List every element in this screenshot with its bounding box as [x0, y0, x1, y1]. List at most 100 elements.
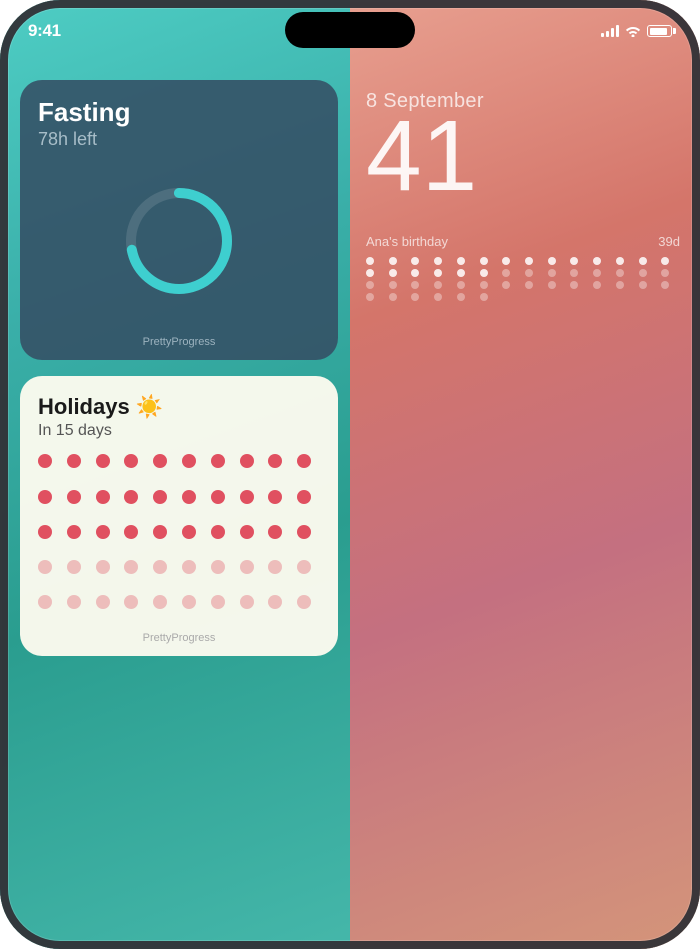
birthday-dot [389, 293, 397, 301]
birthday-dot [616, 281, 624, 289]
birthday-dot [434, 281, 442, 289]
holidays-dot [182, 560, 196, 574]
progress-circle [119, 181, 239, 301]
holidays-dot [240, 525, 254, 539]
birthday-days: 39d [658, 234, 680, 249]
holidays-dot [153, 560, 167, 574]
holidays-dot [96, 595, 110, 609]
birthday-dot [389, 269, 397, 277]
birthday-dot [366, 257, 374, 265]
holidays-dot [124, 525, 138, 539]
holidays-dot [153, 454, 167, 468]
main-content: Fasting 78h left PrettyProgress Holidays… [0, 60, 700, 949]
birthday-section: Ana's birthday 39d [366, 234, 680, 301]
birthday-dot [389, 281, 397, 289]
status-icons [601, 25, 672, 37]
birthday-dot [457, 293, 465, 301]
birthday-dot [525, 257, 533, 265]
holidays-dot [297, 595, 311, 609]
birthday-dot [502, 257, 510, 265]
date-section: 8 September 41 [366, 80, 680, 214]
birthday-dot [661, 269, 669, 277]
holidays-dot [182, 490, 196, 504]
birthday-dot [570, 269, 578, 277]
holidays-dot-grid [38, 454, 320, 624]
holidays-dot [297, 560, 311, 574]
birthday-dot [480, 257, 488, 265]
birthday-row: Ana's birthday 39d [366, 234, 680, 249]
holidays-dot [211, 454, 225, 468]
status-time: 9:41 [28, 21, 61, 41]
birthday-dot [525, 281, 533, 289]
signal-icon [601, 25, 619, 37]
holidays-dot [153, 595, 167, 609]
birthday-dot [639, 257, 647, 265]
birthday-dot [616, 269, 624, 277]
birthday-dot [661, 281, 669, 289]
birthday-dot [411, 269, 419, 277]
holidays-dot [124, 454, 138, 468]
holidays-brand: PrettyProgress [38, 632, 320, 644]
birthday-dot [502, 269, 510, 277]
holidays-dot [240, 560, 254, 574]
birthday-dot [480, 281, 488, 289]
right-column: 8 September 41 Ana's birthday 39d [350, 60, 700, 949]
holidays-dot [240, 595, 254, 609]
holidays-dot [297, 454, 311, 468]
holidays-dot [182, 595, 196, 609]
holidays-dot [297, 490, 311, 504]
holidays-dot [96, 490, 110, 504]
holidays-dot [240, 490, 254, 504]
holidays-dot [297, 525, 311, 539]
birthday-dot [434, 257, 442, 265]
holidays-subtitle: In 15 days [38, 422, 320, 440]
holidays-dot [67, 560, 81, 574]
fasting-widget[interactable]: Fasting 78h left PrettyProgress [20, 80, 338, 360]
birthday-dot [389, 257, 397, 265]
birthday-dot [616, 257, 624, 265]
holidays-dot [38, 454, 52, 468]
birthday-dot [548, 269, 556, 277]
holidays-dot [38, 560, 52, 574]
holidays-dot [96, 525, 110, 539]
birthday-dot [411, 281, 419, 289]
birthday-dot [593, 257, 601, 265]
birthday-dot [457, 269, 465, 277]
birthday-dot [502, 281, 510, 289]
holidays-dot [67, 454, 81, 468]
holidays-dot [211, 560, 225, 574]
holidays-dot [67, 490, 81, 504]
holidays-dot [211, 595, 225, 609]
holidays-dot [124, 560, 138, 574]
holidays-dot [38, 595, 52, 609]
birthday-dot [570, 281, 578, 289]
holidays-dot [211, 490, 225, 504]
holidays-widget[interactable]: Holidays ☀️ In 15 days PrettyProgress [20, 376, 338, 656]
birthday-dot [366, 293, 374, 301]
holidays-dot [153, 490, 167, 504]
birthday-dot [593, 269, 601, 277]
birthday-dot [480, 269, 488, 277]
birthday-dot-grid [366, 257, 680, 301]
fasting-subtitle: 78h left [38, 129, 320, 150]
birthday-dot [434, 293, 442, 301]
left-column: Fasting 78h left PrettyProgress Holidays… [0, 60, 350, 949]
holidays-dot [153, 525, 167, 539]
holidays-dot [211, 525, 225, 539]
battery-fill [650, 28, 667, 35]
battery-icon [647, 25, 672, 37]
date-day: 41 [366, 109, 680, 204]
birthday-dot [457, 281, 465, 289]
holidays-dot [268, 595, 282, 609]
holidays-dot [268, 490, 282, 504]
birthday-dot [661, 257, 669, 265]
birthday-dot [434, 269, 442, 277]
holidays-dot [240, 454, 254, 468]
holidays-dot [96, 560, 110, 574]
birthday-dot [548, 257, 556, 265]
holidays-dot [268, 560, 282, 574]
progress-circle-container [38, 150, 320, 332]
holidays-dot [38, 490, 52, 504]
dynamic-island [285, 12, 415, 48]
holidays-dot [38, 525, 52, 539]
